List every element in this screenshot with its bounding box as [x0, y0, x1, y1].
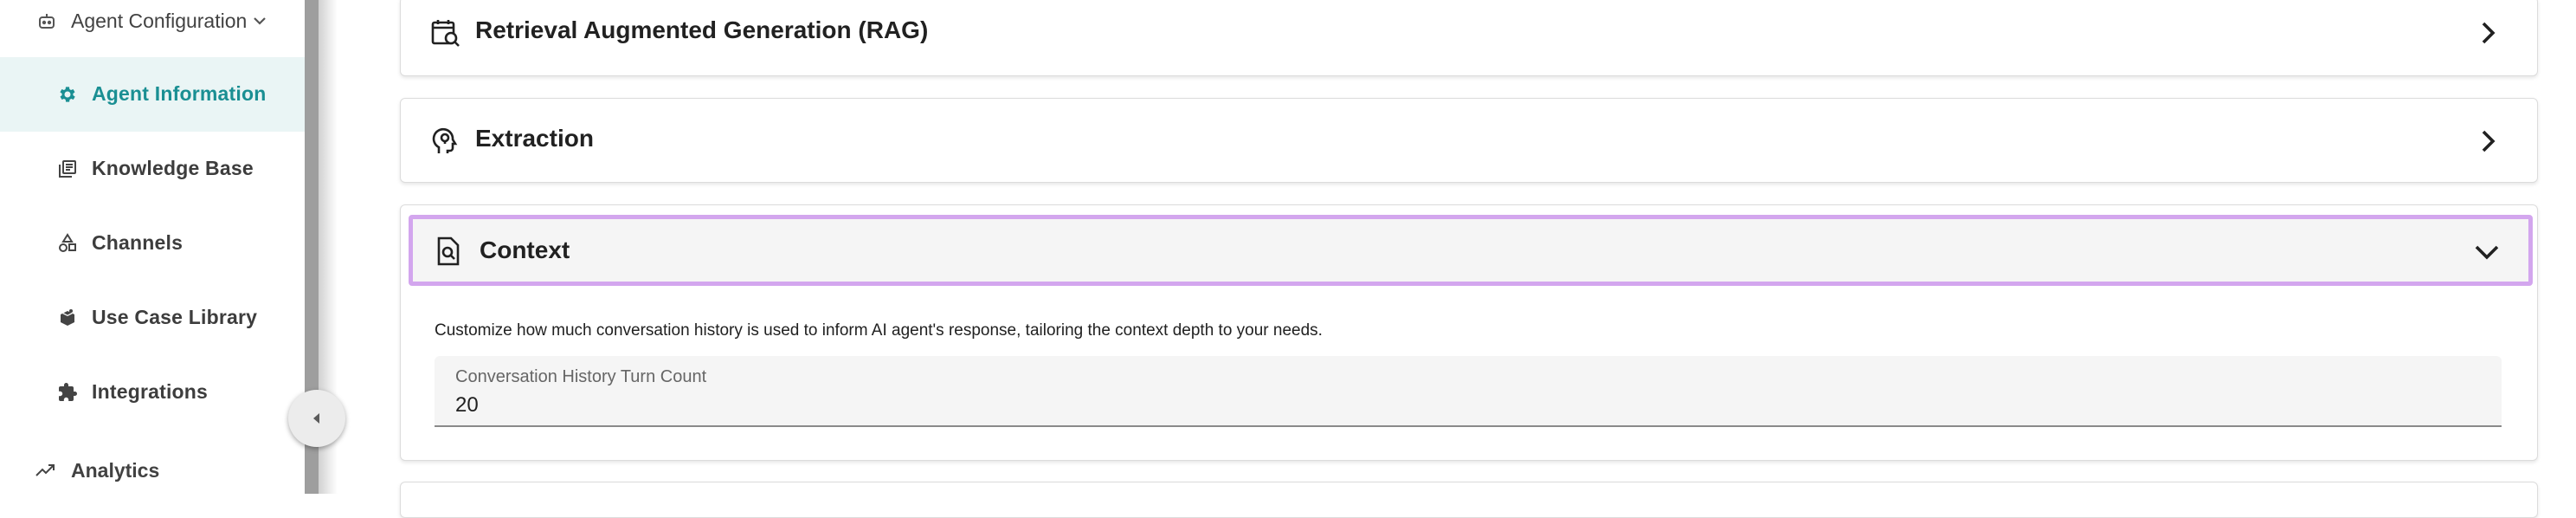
nav-group-label: Agent Configuration: [71, 10, 248, 32]
sidebar-item-analytics[interactable]: Analytics: [0, 450, 305, 492]
calendar-search-icon: [430, 17, 461, 49]
sidebar-item-use-case-library[interactable]: Use Case Library: [0, 281, 305, 355]
package-icon: [57, 308, 78, 328]
collapse-sidebar-button[interactable]: [288, 390, 345, 447]
field-label: Conversation History Turn Count: [455, 367, 707, 386]
panel-rag-header[interactable]: Retrieval Augmented Generation (RAG): [401, 0, 2537, 70]
robot-icon: [36, 11, 57, 32]
context-description: Customize how much conversation history …: [435, 321, 1323, 340]
sidebar-item-label: Use Case Library: [92, 306, 258, 328]
panel-title: Retrieval Augmented Generation (RAG): [475, 16, 929, 43]
book-icon: [57, 159, 78, 179]
sidebar-item-agent-information[interactable]: Agent Information: [0, 57, 305, 132]
panel-extraction-header[interactable]: Extraction: [401, 104, 2537, 178]
sidebar-item-label: Integrations: [92, 380, 209, 403]
sidebar-item-label: Agent Information: [92, 82, 267, 105]
chevron-down-icon: [249, 10, 270, 31]
panel-extraction: Extraction: [400, 98, 2538, 183]
sidebar-item-channels[interactable]: Channels: [0, 206, 305, 281]
document-search-icon: [434, 236, 463, 267]
caret-left-icon: [313, 413, 319, 424]
panel-context-header[interactable]: Context: [409, 215, 2533, 286]
conversation-history-turn-count-field[interactable]: Conversation History Turn Count 20: [435, 356, 2502, 427]
sidebar: Agent Configuration Agent Information Kn…: [0, 0, 305, 494]
panel-title: Extraction: [475, 125, 594, 152]
puzzle-icon: [57, 382, 78, 403]
trending-up-icon: [35, 460, 57, 481]
sidebar-item-label: Knowledge Base: [92, 157, 254, 179]
panel-next: [400, 482, 2538, 518]
head-lightbulb-icon: [430, 126, 461, 157]
chevron-right-icon: [2473, 18, 2502, 48]
chevron-down-icon: [2471, 236, 2502, 268]
shapes-icon: [57, 233, 78, 254]
field-value[interactable]: 20: [455, 393, 479, 418]
panel-rag: Retrieval Augmented Generation (RAG): [400, 0, 2538, 76]
gear-icon: [57, 84, 78, 105]
sidebar-item-knowledge-base[interactable]: Knowledge Base: [0, 132, 305, 206]
sidebar-item-label: Analytics: [71, 459, 160, 482]
chevron-right-icon: [2473, 126, 2502, 156]
sidebar-item-label: Channels: [92, 231, 184, 254]
sidebar-item-integrations[interactable]: Integrations: [0, 355, 305, 430]
panel-title: Context: [480, 236, 570, 263]
nav-group-agent-configuration[interactable]: Agent Configuration: [0, 0, 305, 42]
